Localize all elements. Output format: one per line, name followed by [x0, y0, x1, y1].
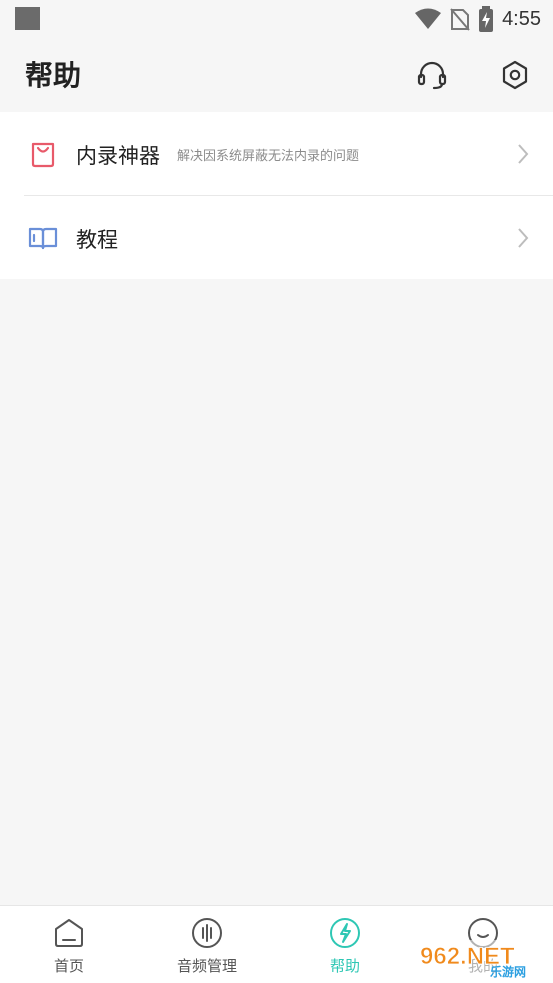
nav-label: 首页 — [53, 957, 84, 975]
bottom-nav: 首页 音频管理 帮助 我的 — [0, 905, 553, 983]
chevron-right-icon — [515, 225, 531, 251]
battery-charging-icon — [479, 6, 494, 32]
notification-icon — [15, 7, 40, 30]
settings-button[interactable] — [498, 58, 532, 92]
nav-profile[interactable]: 我的 — [414, 906, 552, 983]
page-title: 帮助 — [25, 59, 82, 92]
help-icon — [328, 916, 362, 950]
status-right: 4:55 — [414, 5, 541, 33]
nav-home[interactable]: 首页 — [0, 906, 138, 983]
headset-icon — [417, 61, 447, 90]
menu-item-title: 教程 — [76, 228, 118, 252]
menu-item-internal-recording[interactable]: 内录神器 解决因系统屏蔽无法内录的问题 — [0, 112, 553, 196]
menu-item-tutorial[interactable]: 教程 — [0, 196, 553, 279]
home-icon — [52, 916, 86, 950]
nav-help[interactable]: 帮助 — [276, 906, 414, 983]
nav-label: 我的 — [467, 957, 498, 975]
status-bar: 4:55 — [0, 0, 553, 38]
nav-label: 音频管理 — [176, 957, 237, 975]
book-icon — [28, 223, 58, 253]
chevron-right-icon — [515, 141, 531, 167]
status-time: 4:55 — [502, 7, 541, 30]
help-menu: 内录神器 解决因系统屏蔽无法内录的问题 教程 — [0, 112, 553, 279]
menu-item-title: 内录神器 — [76, 144, 160, 168]
no-sim-icon — [450, 8, 470, 31]
wifi-icon — [415, 8, 442, 29]
nav-audio-management[interactable]: 音频管理 — [138, 906, 276, 983]
nav-label: 帮助 — [329, 957, 360, 975]
hexagon-settings-icon — [502, 60, 528, 90]
profile-icon — [466, 916, 500, 950]
customer-support-button[interactable] — [415, 58, 449, 92]
audio-icon — [190, 916, 224, 950]
app-header: 帮助 — [0, 38, 553, 112]
menu-item-description: 解决因系统屏蔽无法内录的问题 — [177, 149, 360, 164]
shopping-bag-icon — [28, 139, 58, 169]
